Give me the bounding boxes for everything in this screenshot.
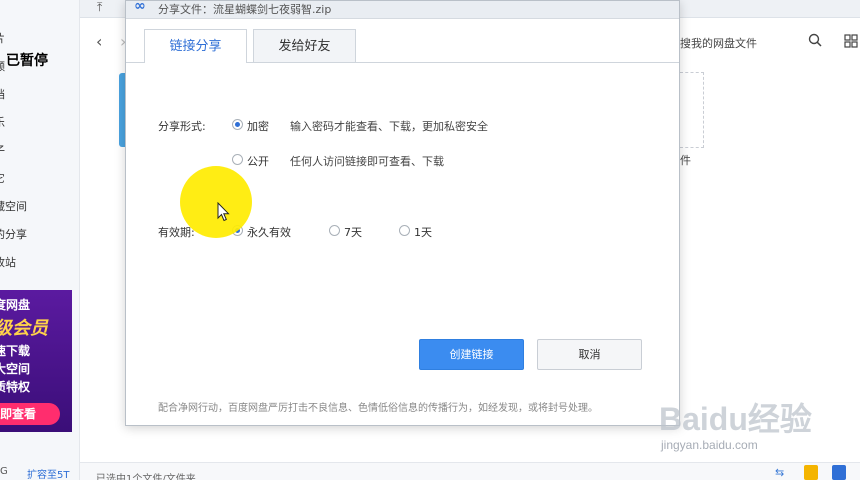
sidebar-item-recycle-bin[interactable]: 收站	[0, 254, 16, 270]
create-link-button[interactable]: 创建链接	[419, 339, 524, 370]
radio-validity-forever-label[interactable]: 永久有效	[247, 224, 291, 240]
radio-public-desc: 任何人访问链接即可查看、下载	[290, 155, 444, 168]
paused-label: 已暂停	[6, 53, 48, 69]
radio-encrypted[interactable]	[232, 119, 243, 130]
promo-benefit-privileges: 质特权	[0, 380, 31, 394]
sidebar-item-photos[interactable]: 片	[0, 30, 5, 46]
upload-icon[interactable]: ⤒	[97, 0, 102, 15]
promo-view-button[interactable]: 即查看	[0, 403, 60, 425]
radio-encrypted-desc: 输入密码才能查看、下载，更加私密安全	[290, 120, 488, 133]
cancel-button[interactable]: 取消	[537, 339, 642, 370]
radio-public[interactable]	[232, 154, 243, 165]
search-input[interactable]: 搜我的网盘文件	[680, 35, 757, 51]
dialog-title-bar[interactable]: ∞ 分享文件：流星蝴蝶剑七夜弱智.zip	[126, 1, 679, 19]
promo-banner[interactable]: 度网盘 级会员 速下载 大空间 质特权 即查看	[0, 290, 72, 432]
dialog-title: 分享文件：流星蝴蝶剑七夜弱智.zip	[158, 3, 332, 16]
baidu-netdisk-logo-icon: ∞	[134, 1, 146, 14]
cursor-highlight	[180, 166, 252, 238]
promo-benefit-space: 大空间	[0, 362, 31, 376]
promo-brand: 度网盘	[0, 298, 31, 312]
grid-view-icon[interactable]	[844, 34, 858, 48]
radio-validity-7days-label[interactable]: 7天	[344, 224, 362, 240]
mouse-cursor-icon	[217, 202, 230, 222]
baidu-jingyan-watermark: Baidu经验 jingyan.baidu.com	[655, 388, 855, 468]
sidebar: 片 频 档 乐 子 它 藏空间 的分享 收站 度网盘 级会员 速下载 大空间 质…	[0, 0, 80, 480]
radio-validity-7days[interactable]	[329, 225, 340, 236]
sidebar-item-hidden-space[interactable]: 藏空间	[0, 198, 27, 214]
radio-public-label[interactable]: 公开	[247, 153, 269, 169]
search-icon[interactable]	[808, 33, 822, 47]
sidebar-item-videos[interactable]: 频	[0, 58, 5, 74]
sidebar-item-documents[interactable]: 档	[0, 86, 5, 102]
share-form-label: 分享形式:	[158, 120, 206, 133]
sidebar-item-music[interactable]: 乐	[0, 114, 5, 130]
watermark-url: jingyan.baidu.com	[661, 438, 758, 452]
promo-benefit-speed: 速下载	[0, 344, 31, 358]
watermark-brand: Baidu经验	[659, 401, 812, 437]
expand-storage-link[interactable]: 扩容至5T	[27, 466, 69, 480]
promo-headline: 级会员	[0, 318, 48, 339]
sidebar-item-my-shares[interactable]: 的分享	[0, 226, 27, 242]
policy-note: 配合净网行动，百度网盘严厉打击不良信息、色情低俗信息的传播行为，如经发现，或将封…	[158, 403, 598, 414]
storage-usage: G	[0, 466, 8, 477]
tab-send-to-friend[interactable]: 发给好友	[253, 29, 356, 62]
tab-link-share[interactable]: 链接分享	[144, 29, 247, 63]
selection-status: 已选中1个文件/文件夹	[96, 474, 196, 480]
back-icon[interactable]: ‹	[96, 32, 102, 51]
radio-validity-1day[interactable]	[399, 225, 410, 236]
sidebar-item-torrents[interactable]: 子	[0, 142, 5, 158]
drop-area[interactable]	[680, 72, 704, 148]
sidebar-item-other[interactable]: 它	[0, 170, 5, 186]
radio-encrypted-label[interactable]: 加密	[247, 118, 269, 134]
file-label: 件	[680, 154, 691, 167]
radio-validity-1day-label[interactable]: 1天	[414, 224, 432, 240]
